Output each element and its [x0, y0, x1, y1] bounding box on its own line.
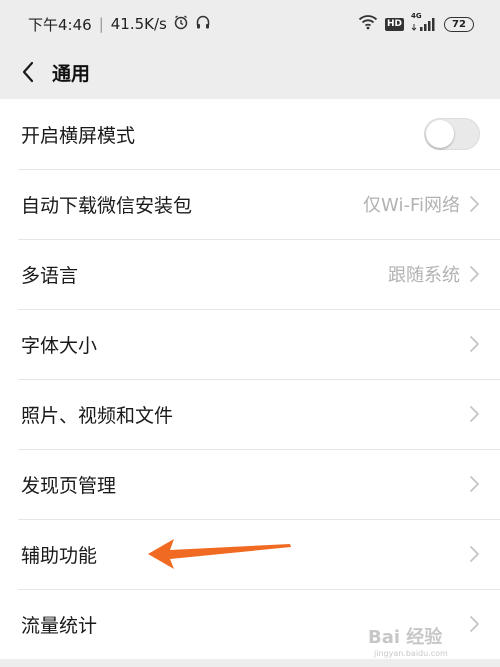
setting-value: 仅Wi-Fi网络: [363, 195, 460, 216]
setting-label: 自动下载微信安装包: [21, 194, 193, 217]
setting-label: 发现页管理: [21, 474, 117, 497]
signal-icon: 4G: [411, 12, 437, 32]
status-time: 下午4:46: [28, 15, 92, 34]
chevron-right-icon: [470, 406, 479, 422]
setting-label: 辅助功能: [21, 544, 98, 567]
status-speed: 41.5K/s: [110, 15, 167, 33]
page-title: 通用: [52, 62, 91, 85]
chevron-right-icon: [470, 266, 479, 282]
setting-row-landscape[interactable]: 开启横屏模式: [0, 99, 500, 169]
wifi-icon: [358, 14, 378, 34]
setting-row-media[interactable]: 照片、视频和文件: [0, 379, 500, 449]
setting-row-language[interactable]: 多语言 跟随系统: [0, 239, 500, 309]
watermark-subtext: jingyan.baidu.com: [373, 649, 448, 658]
row-right: 仅Wi-Fi网络: [363, 191, 480, 217]
status-divider: |: [98, 15, 104, 33]
watermark-logo-icon: Bai 经验 jingyan.baidu.com: [368, 626, 448, 658]
row-right: [468, 404, 480, 424]
back-icon[interactable]: [10, 54, 46, 90]
headphones-icon: [195, 14, 211, 34]
network-type: 4G: [411, 12, 422, 20]
annotation-arrow-icon: [148, 539, 291, 569]
landscape-toggle[interactable]: [424, 118, 480, 150]
setting-label: 流量统计: [21, 614, 98, 637]
status-bar: 下午4:46 | 41.5K/s HD 4G 72: [0, 0, 500, 48]
row-right: 跟随系统: [388, 261, 480, 287]
hd-badge: HD: [384, 17, 404, 31]
settings-list: 开启横屏模式 自动下载微信安装包 仅Wi-Fi网络 多语言 跟随系统 字体大小 …: [0, 99, 500, 659]
status-left: 下午4:46 | 41.5K/s: [28, 14, 211, 35]
row-right: [468, 334, 480, 354]
setting-value: 跟随系统: [388, 265, 460, 286]
setting-label: 字体大小: [21, 334, 98, 357]
chevron-right-icon: [470, 476, 479, 492]
toggle-knob: [426, 120, 454, 148]
setting-row-auto-download[interactable]: 自动下载微信安装包 仅Wi-Fi网络: [0, 169, 500, 239]
status-right: HD 4G 72: [358, 12, 474, 34]
watermark-text: Bai 经验: [368, 626, 443, 648]
row-right: [468, 474, 480, 494]
setting-row-font-size[interactable]: 字体大小: [0, 309, 500, 379]
alarm-icon: [173, 14, 189, 34]
chevron-right-icon: [470, 196, 479, 212]
chevron-right-icon: [470, 546, 479, 562]
row-right: [468, 544, 480, 564]
setting-row-discover[interactable]: 发现页管理: [0, 449, 500, 519]
setting-label: 开启横屏模式: [21, 124, 136, 147]
battery-indicator: 72: [444, 16, 474, 32]
nav-bar: 通用: [0, 48, 500, 96]
setting-label: 多语言: [21, 264, 79, 287]
setting-label: 照片、视频和文件: [21, 404, 174, 427]
chevron-right-icon: [470, 336, 479, 352]
